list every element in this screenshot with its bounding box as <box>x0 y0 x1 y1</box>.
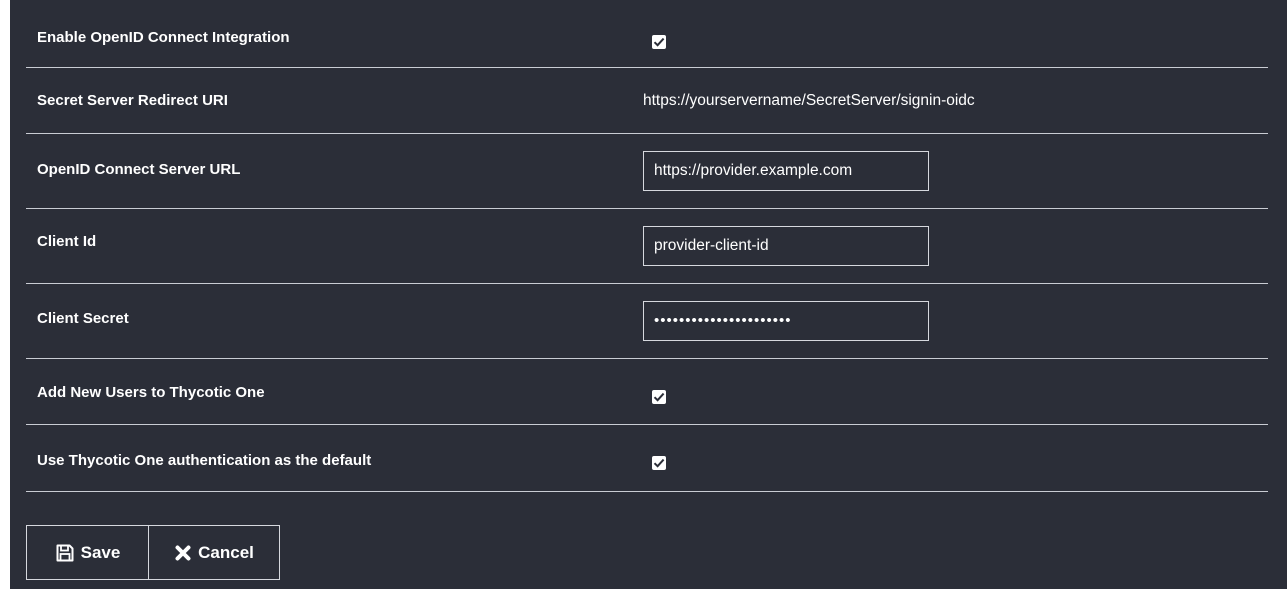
server-url-label: OpenID Connect Server URL <box>37 161 241 178</box>
row-enable-oidc: Enable OpenID Connect Integration <box>26 0 1268 68</box>
add-new-users-checkbox[interactable] <box>652 390 666 404</box>
checkmark-icon <box>653 392 665 402</box>
client-secret-input[interactable]: •••••••••••••••••••••• <box>643 301 929 341</box>
cancel-button[interactable]: Cancel <box>148 525 280 580</box>
add-new-users-label: Add New Users to Thycotic One <box>37 384 265 401</box>
client-id-input[interactable]: provider-client-id <box>643 226 929 266</box>
server-url-input[interactable]: https://provider.example.com <box>643 151 929 191</box>
save-button[interactable]: Save <box>26 525 149 580</box>
row-client-secret: Client Secret •••••••••••••••••••••• <box>26 284 1268 359</box>
row-default-auth: Use Thycotic One authentication as the d… <box>26 425 1268 492</box>
default-auth-checkbox[interactable] <box>652 456 666 470</box>
enable-oidc-checkbox[interactable] <box>652 35 666 49</box>
checkmark-icon <box>653 37 665 47</box>
floppy-disk-icon <box>55 543 75 563</box>
redirect-uri-value: https://yourservername/SecretServer/sign… <box>643 92 975 109</box>
oidc-settings-panel: Enable OpenID Connect Integration Secret… <box>10 0 1287 589</box>
row-add-new-users: Add New Users to Thycotic One <box>26 359 1268 425</box>
default-auth-label: Use Thycotic One authentication as the d… <box>37 452 372 469</box>
enable-oidc-label: Enable OpenID Connect Integration <box>37 29 290 46</box>
redirect-uri-label: Secret Server Redirect URI <box>37 92 228 109</box>
cancel-button-label: Cancel <box>198 542 254 562</box>
row-client-id: Client Id provider-client-id <box>26 209 1268 284</box>
client-id-label: Client Id <box>37 233 97 250</box>
client-secret-label: Client Secret <box>37 310 129 327</box>
x-mark-icon <box>174 544 192 562</box>
row-server-url: OpenID Connect Server URL https://provid… <box>26 134 1268 209</box>
checkmark-icon <box>653 458 665 468</box>
save-button-label: Save <box>80 542 121 562</box>
row-redirect-uri: Secret Server Redirect URI https://yours… <box>26 67 1268 134</box>
